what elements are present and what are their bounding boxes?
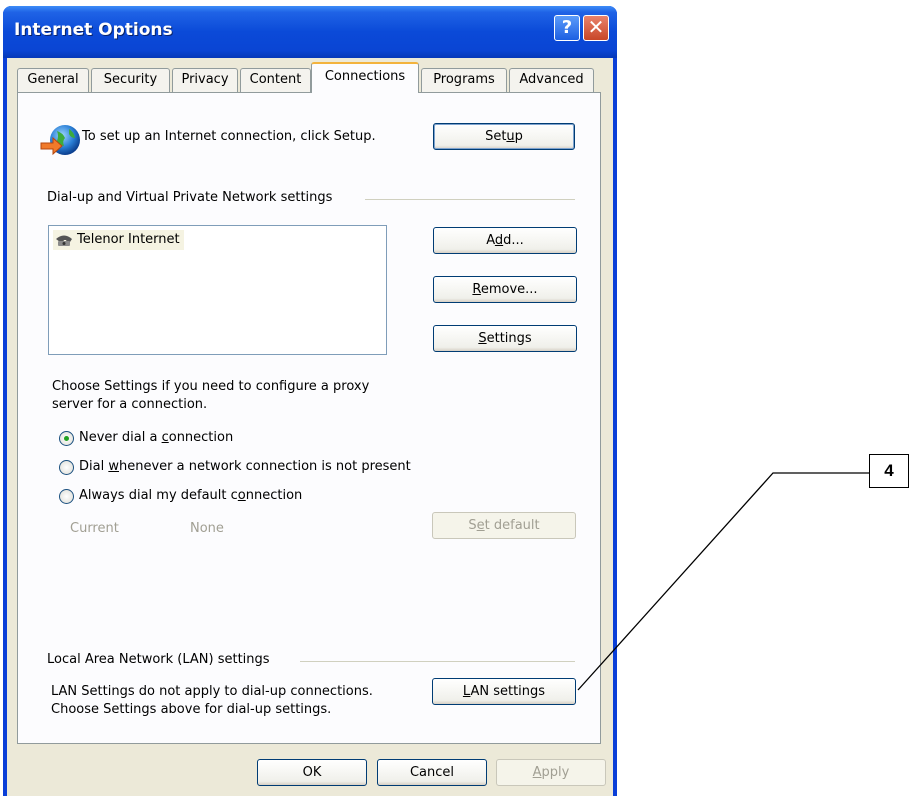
callout-number-box: 4 — [869, 454, 909, 488]
callout-leader-line — [577, 472, 869, 691]
